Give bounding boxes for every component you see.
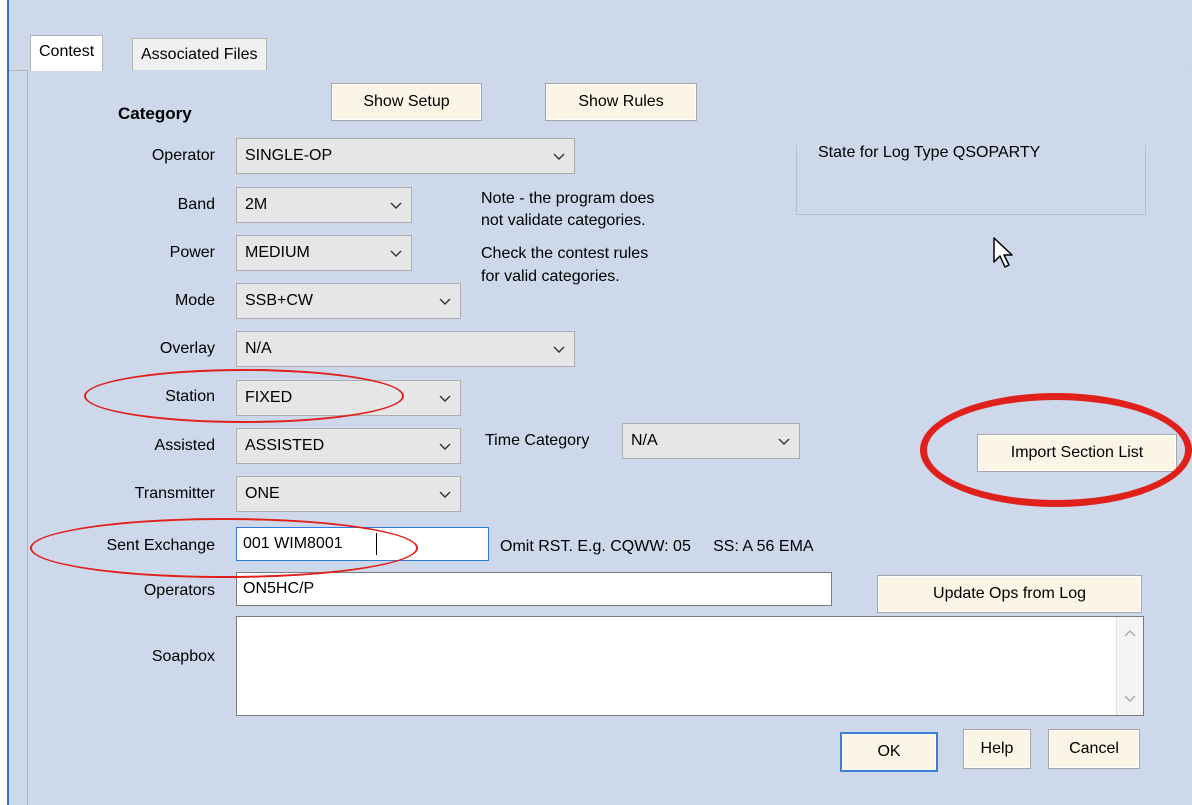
state-label: State for Log Type QSOPARTY [818, 144, 1041, 161]
mode-combo[interactable]: SSB+CW [236, 283, 461, 319]
chevron-down-icon[interactable] [1123, 691, 1137, 705]
power-label: Power [169, 244, 215, 261]
help-button[interactable]: Help [963, 729, 1031, 769]
station-combo-value: FIXED [245, 389, 293, 406]
operator-combo-value: SINGLE-OP [245, 147, 333, 164]
sent-exchange-input[interactable]: 001 WIM8001 [236, 527, 489, 561]
overlay-label: Overlay [159, 340, 215, 357]
cancel-button[interactable]: Cancel [1048, 729, 1140, 769]
note-line-1: Note - the program does [481, 190, 655, 207]
note-line-3: Check the contest rules [481, 245, 649, 262]
operator-combo[interactable]: SINGLE-OP [236, 138, 575, 174]
transmitter-label: Transmitter [134, 485, 215, 502]
soapbox-label: Soapbox [151, 648, 215, 665]
mode-combo-value: SSB+CW [245, 292, 314, 309]
chevron-down-icon [439, 491, 451, 498]
ok-button[interactable]: OK [840, 732, 938, 772]
tab-contest[interactable]: Contest [30, 35, 104, 71]
mouse-pointer-icon [993, 237, 1013, 268]
soapbox-scrollbar[interactable] [1116, 617, 1143, 715]
note-line-2: not validate categories. [481, 212, 646, 229]
chevron-down-icon [439, 443, 451, 450]
tab-associated-files[interactable]: Associated Files [132, 38, 267, 70]
operators-input[interactable]: ON5HC/P [236, 572, 832, 606]
assisted-label: Assisted [154, 437, 215, 454]
assisted-combo[interactable]: ASSISTED [236, 428, 461, 464]
time-category-combo[interactable]: N/A [622, 423, 800, 459]
transmitter-combo-value: ONE [245, 485, 280, 502]
chevron-down-icon [439, 298, 451, 305]
chevron-down-icon [439, 395, 451, 402]
overlay-combo-value: N/A [245, 340, 272, 357]
chevron-down-icon [553, 153, 565, 160]
text-caret [376, 533, 377, 555]
band-combo[interactable]: 2M [236, 187, 412, 223]
time-category-combo-value: N/A [631, 432, 658, 449]
band-combo-value: 2M [245, 196, 268, 213]
import-section-list-button[interactable]: Import Section List [977, 434, 1177, 472]
operators-label: Operators [143, 582, 215, 599]
update-ops-button[interactable]: Update Ops from Log [877, 575, 1142, 613]
note-line-4: for valid categories. [481, 268, 620, 285]
station-combo[interactable]: FIXED [236, 380, 461, 416]
power-combo[interactable]: MEDIUM [236, 235, 412, 271]
band-label: Band [177, 196, 215, 213]
station-label: Station [165, 388, 215, 405]
chevron-up-icon[interactable] [1123, 627, 1137, 641]
chevron-down-icon [778, 438, 790, 445]
sent-exchange-label: Sent Exchange [106, 537, 215, 554]
operators-value: ON5HC/P [243, 580, 315, 597]
overlay-combo[interactable]: N/A [236, 331, 575, 367]
chevron-down-icon [553, 346, 565, 353]
time-category-label: Time Category [485, 432, 590, 449]
chevron-down-icon [390, 250, 402, 257]
operator-label: Operator [151, 147, 215, 164]
transmitter-combo[interactable]: ONE [236, 476, 461, 512]
assisted-combo-value: ASSISTED [245, 437, 325, 454]
chevron-down-icon [390, 202, 402, 209]
show-rules-button[interactable]: Show Rules [545, 83, 697, 121]
mode-label: Mode [174, 292, 215, 309]
soapbox-textarea[interactable] [236, 616, 1144, 716]
show-setup-button[interactable]: Show Setup [331, 83, 482, 121]
category-heading: Category [118, 104, 192, 123]
power-combo-value: MEDIUM [245, 244, 310, 261]
exchange-hint: Omit RST. E.g. CQWW: 05 SS: A 56 EMA [500, 538, 814, 555]
sent-exchange-value: 001 WIM8001 [243, 535, 343, 552]
